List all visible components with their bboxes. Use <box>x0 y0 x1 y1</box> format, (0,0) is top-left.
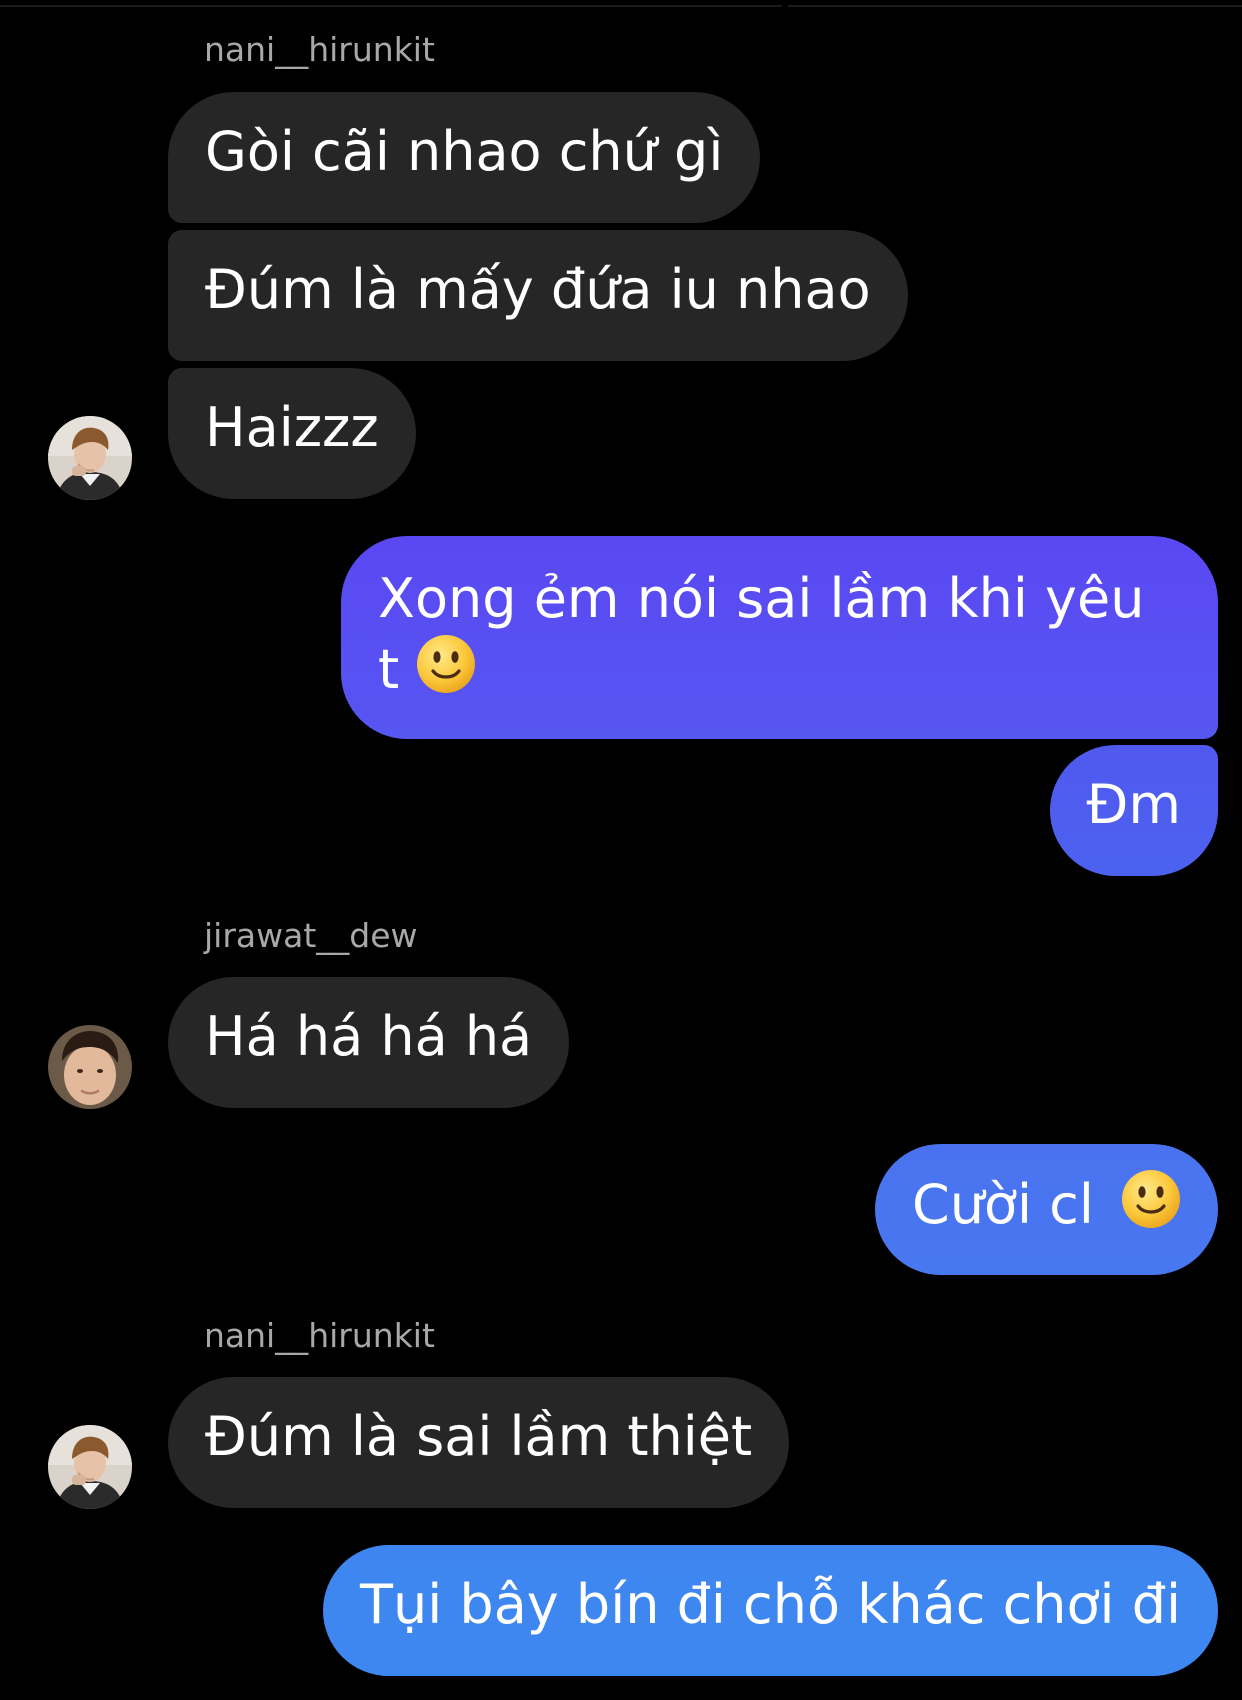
message-bubble-outgoing[interactable]: Tụi bây bín đi chỗ khác chơi đi <box>323 1545 1218 1676</box>
slightly-smiling-face-icon <box>1121 1169 1181 1229</box>
slightly-smiling-face-icon <box>416 634 476 694</box>
sender-name[interactable]: nani__hirunkit <box>204 1316 435 1356</box>
profile-photo-icon <box>48 1425 132 1509</box>
avatar-nani-hirunkit[interactable] <box>48 1425 132 1509</box>
message-bubble-outgoing[interactable]: Cười cl <box>875 1144 1218 1275</box>
top-divider <box>0 5 782 7</box>
message-text: Cười cl <box>912 1173 1094 1236</box>
message-text: Đm <box>1086 773 1181 836</box>
message-bubble-incoming[interactable]: Đúm là sai lầm thiệt <box>168 1377 790 1508</box>
message-bubble-incoming[interactable]: Há há há há <box>168 977 570 1108</box>
message-bubble-incoming[interactable]: Haizzz <box>168 368 416 499</box>
profile-photo-icon <box>48 1025 132 1109</box>
message-text: Haizzz <box>205 396 379 459</box>
top-divider <box>788 5 1242 7</box>
message-text: Tụi bây bín đi chỗ khác chơi đi <box>360 1573 1181 1636</box>
message-bubble-incoming[interactable]: Đúm là mấy đứa iu nhao <box>168 230 908 361</box>
avatar-jirawat-dew[interactable] <box>48 1025 132 1109</box>
sender-name[interactable]: jirawat__dew <box>204 916 418 956</box>
message-text: Xong ẻm nói sai lầm khi yêu t <box>378 567 1145 701</box>
sender-name[interactable]: nani__hirunkit <box>204 30 435 70</box>
message-bubble-outgoing[interactable]: Đm <box>1049 745 1218 876</box>
message-text: Gòi cãi nhao chứ gì <box>205 120 724 183</box>
avatar-nani-hirunkit[interactable] <box>48 416 132 500</box>
message-text: Đúm là mấy đứa iu nhao <box>205 258 871 321</box>
message-text: Đúm là sai lầm thiệt <box>205 1405 753 1468</box>
message-bubble-incoming[interactable]: Gòi cãi nhao chứ gì <box>168 92 761 223</box>
message-text: Há há há há <box>205 1005 533 1068</box>
message-bubble-outgoing[interactable]: Xong ẻm nói sai lầm khi yêu t <box>341 536 1218 739</box>
profile-photo-icon <box>48 416 132 500</box>
